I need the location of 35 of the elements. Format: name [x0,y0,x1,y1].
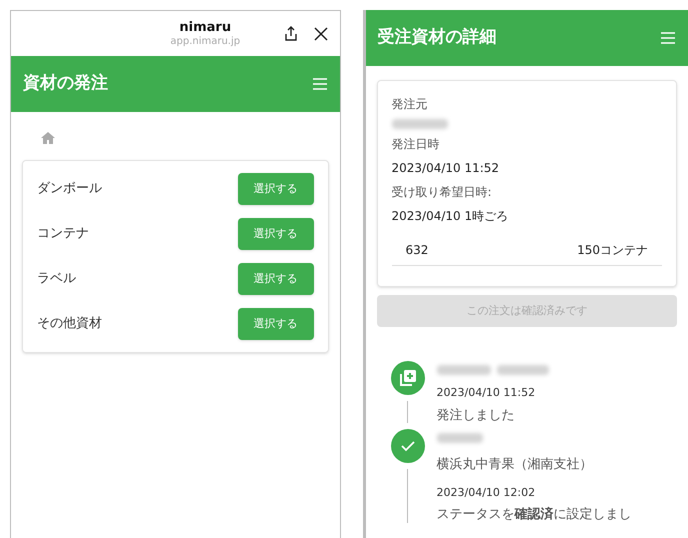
share-icon[interactable] [284,26,298,42]
home-icon[interactable] [41,132,55,144]
material-name: その他資材 [37,315,102,334]
add-icon [390,361,424,395]
select-button[interactable]: 選択する [238,173,314,205]
field-label: 受け取り希望日時: [392,184,493,201]
company-name: 横浜丸中青果（湘南支社） [436,456,594,474]
select-button[interactable]: 選択する [238,263,314,295]
field-label: 発注日時 [392,136,440,153]
check-icon [390,429,424,463]
item-code: 632 [406,242,428,259]
page-title: 受注資材の詳細 [378,26,496,50]
field-value: 2023/04/10 11:52 [392,160,500,177]
redacted-text [392,119,448,129]
browser-title: nimaru [179,20,232,36]
menu-icon[interactable] [660,31,676,45]
event-text: 発注しました [436,406,516,424]
material-name: コンテナ [37,225,89,244]
item-quantity: 150コンテナ [577,242,648,259]
event-text: ステータスを確認済に設定しまし [436,506,632,524]
redacted-text [436,433,482,443]
close-icon[interactable] [314,26,328,40]
select-button[interactable]: 選択する [238,308,314,340]
material-name: ダンボール [37,180,102,198]
menu-icon[interactable] [312,77,328,91]
browser-url: app.nimaru.jp [170,36,240,48]
material-name: ラベル [37,270,76,288]
page-title: 資材の発注 [23,72,108,96]
field-label: 発注元 [392,96,428,113]
field-value: 2023/04/10 1時ごろ [392,208,510,225]
redacted-text [496,365,548,375]
event-time: 2023/04/10 12:02 [436,484,536,500]
select-button[interactable]: 選択する [238,218,314,250]
event-time: 2023/04/10 11:52 [436,385,536,401]
redacted-text [436,365,490,375]
